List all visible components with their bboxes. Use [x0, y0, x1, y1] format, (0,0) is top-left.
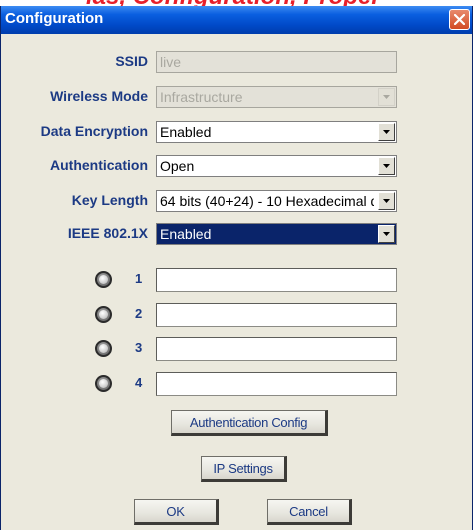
close-button[interactable]: [449, 9, 470, 30]
ieee-8021x-label: IEEE 802.1X: [67, 225, 148, 241]
cancel-button[interactable]: Cancel: [267, 499, 352, 525]
title-bar[interactable]: Configuration: [1, 6, 472, 34]
ieee-8021x-select[interactable]: Enabled: [156, 223, 397, 245]
key-4-radio[interactable]: [95, 375, 112, 392]
data-encryption-dropdown-button[interactable]: [378, 123, 395, 141]
authentication-config-button[interactable]: Authentication Config: [171, 410, 328, 436]
data-encryption-label: Data Encryption: [40, 123, 148, 139]
ieee-8021x-dropdown-button[interactable]: [378, 225, 395, 243]
wireless-mode-label: Wireless Mode: [50, 88, 148, 104]
key-3-radio[interactable]: [95, 340, 112, 357]
key-3-number: 3: [135, 340, 143, 355]
ip-settings-button[interactable]: IP Settings: [201, 456, 287, 482]
key-4-input[interactable]: [156, 372, 397, 396]
ssid-label: SSID: [115, 53, 148, 69]
key-2-input[interactable]: [156, 303, 397, 327]
ssid-field: live: [156, 51, 397, 73]
key-1-radio[interactable]: [95, 271, 112, 288]
wireless-mode-select: Infrastructure: [156, 86, 397, 108]
ssid-value: live: [160, 54, 182, 70]
key-length-select[interactable]: 64 bits (40+24) - 10 Hexadecimal digits: [156, 190, 397, 212]
key-3-input[interactable]: [156, 337, 397, 361]
authentication-value: Open: [160, 158, 195, 174]
authentication-label: Authentication: [50, 157, 148, 173]
key-length-value: 64 bits (40+24) - 10 Hexadecimal digits: [160, 193, 374, 209]
data-encryption-select[interactable]: Enabled: [156, 121, 397, 143]
key-2-radio[interactable]: [95, 306, 112, 323]
triangle-down-icon: [383, 95, 390, 99]
authentication-dropdown-button[interactable]: [378, 157, 395, 175]
close-x-icon: [454, 14, 465, 25]
wireless-mode-value: Infrastructure: [160, 89, 243, 105]
triangle-down-icon: [383, 130, 390, 134]
data-encryption-value: Enabled: [160, 124, 212, 140]
wireless-mode-dropdown-button: [378, 88, 395, 106]
triangle-down-icon: [383, 232, 390, 236]
key-1-input[interactable]: [156, 268, 397, 292]
window-title: Configuration: [5, 10, 104, 27]
triangle-down-icon: [383, 164, 390, 168]
key-length-label: Key Length: [71, 192, 148, 208]
key-length-dropdown-button[interactable]: [378, 192, 395, 210]
key-1-number: 1: [135, 271, 143, 286]
ok-button[interactable]: OK: [134, 499, 219, 525]
key-2-number: 2: [135, 306, 143, 321]
ieee-8021x-value: Enabled: [160, 226, 212, 242]
authentication-select[interactable]: Open: [156, 155, 397, 177]
key-4-number: 4: [135, 375, 143, 390]
configuration-dialog: Configuration SSID live Wireless Mode In…: [0, 6, 473, 530]
triangle-down-icon: [383, 199, 390, 203]
